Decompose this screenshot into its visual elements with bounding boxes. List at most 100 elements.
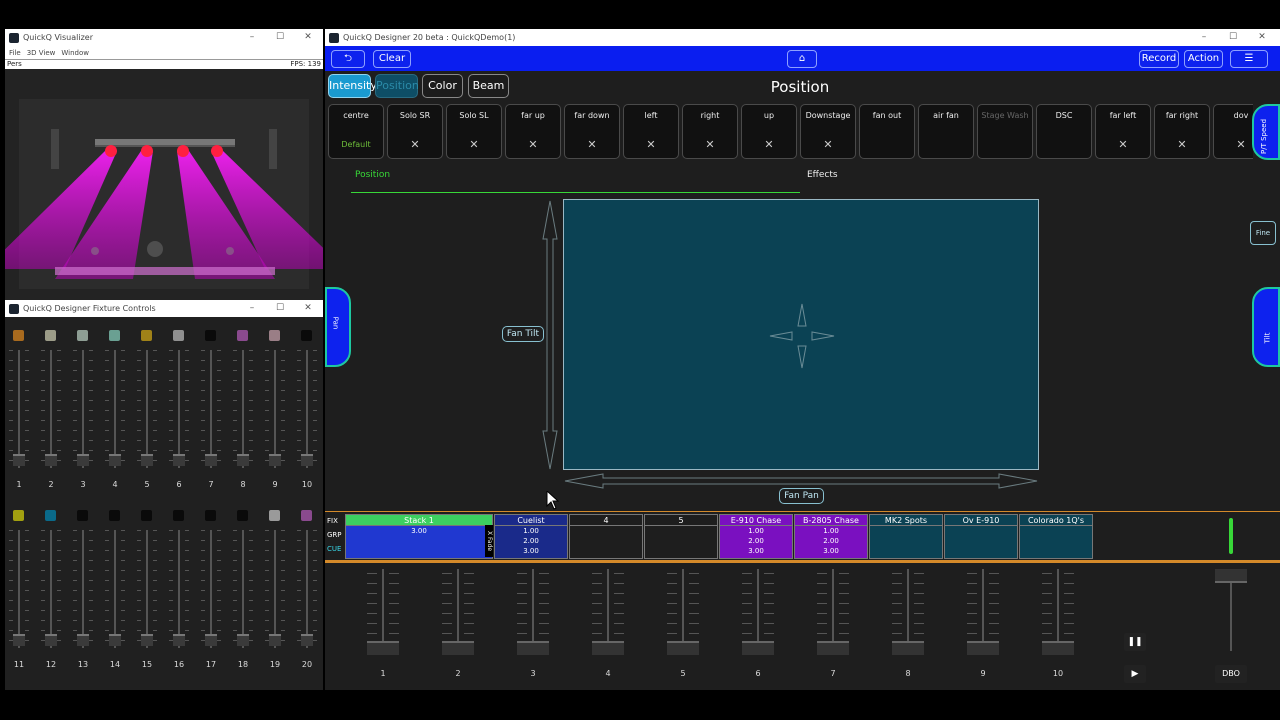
preset-button[interactable]: dov ✕: [1213, 104, 1253, 159]
preset-button[interactable]: far left ✕: [1095, 104, 1151, 159]
maximize-icon[interactable]: ☐: [265, 300, 295, 317]
preset-button[interactable]: far up ✕: [505, 104, 561, 159]
fixture-fader[interactable]: [265, 350, 285, 470]
pan-encoder[interactable]: Pan: [325, 287, 351, 367]
pause-button[interactable]: ❚❚: [1124, 633, 1146, 651]
cue-label: CUE: [327, 545, 342, 553]
preset-button[interactable]: far down ✕: [564, 104, 620, 159]
preset-button[interactable]: far right ✕: [1154, 104, 1210, 159]
preset-button[interactable]: air fan: [918, 104, 974, 159]
level-meter: [1229, 518, 1233, 554]
fixture-number: 1: [16, 480, 22, 489]
fan-pan-button[interactable]: Fan Pan: [779, 488, 824, 504]
fixture-fader[interactable]: [233, 530, 253, 650]
fixture-color-swatch: [109, 330, 120, 341]
fixture-fader[interactable]: [105, 350, 125, 470]
menu-file[interactable]: File: [9, 49, 21, 57]
fixture-fader[interactable]: [201, 350, 221, 470]
preset-button[interactable]: DSC: [1036, 104, 1092, 159]
close-icon: ✕: [705, 138, 715, 151]
cuelist-slot[interactable]: E-910 Chase 1.00 2.00 3.00: [719, 514, 793, 559]
3d-scene-view[interactable]: [5, 69, 323, 300]
cue-value: 3.00: [748, 547, 764, 555]
fixture-fader[interactable]: [9, 530, 29, 650]
fixture-fader[interactable]: [41, 350, 61, 470]
fixture-fader[interactable]: [297, 350, 317, 470]
fixture-fader[interactable]: [169, 530, 189, 650]
preset-label: air fan: [933, 111, 959, 120]
cuelist-slot[interactable]: Stack 1 3.00: [345, 514, 493, 559]
playback-fader[interactable]: [513, 569, 553, 659]
cuelist-slot[interactable]: 5: [644, 514, 718, 559]
fixture-fader[interactable]: [137, 350, 157, 470]
tab-position-sub[interactable]: Position: [355, 170, 390, 180]
fan-tilt-button[interactable]: Fan Tilt: [502, 326, 544, 342]
cuelist-slot[interactable]: 4: [569, 514, 643, 559]
playback-fader[interactable]: [813, 569, 853, 659]
grand-master-fader[interactable]: [1211, 569, 1251, 659]
fine-button[interactable]: Fine: [1250, 221, 1276, 245]
tilt-encoder[interactable]: Tilt: [1252, 287, 1280, 367]
play-button[interactable]: ▶: [1124, 665, 1146, 683]
fixture-color-swatch: [173, 330, 184, 341]
fixture-color-swatch: [269, 330, 280, 341]
fader-number: 5: [680, 669, 686, 678]
fixture-fader[interactable]: [297, 530, 317, 650]
playback-fader[interactable]: [1038, 569, 1078, 659]
fixture-fader[interactable]: [41, 530, 61, 650]
pt-speed-encoder[interactable]: P/T Speed: [1252, 104, 1280, 160]
fixture-fader[interactable]: [169, 350, 189, 470]
close-icon: ✕: [764, 138, 774, 151]
cuelist-slot[interactable]: B-2805 Chase 1.00 2.00 3.00: [794, 514, 868, 559]
tab-effects[interactable]: Effects: [807, 170, 838, 180]
fixture-fader[interactable]: [73, 530, 93, 650]
dbo-button[interactable]: DBO: [1215, 665, 1247, 683]
fixture-fader[interactable]: [265, 530, 285, 650]
cuelist-name: MK2 Spots: [870, 515, 942, 526]
preset-button[interactable]: Solo SR ✕: [387, 104, 443, 159]
playback-fader[interactable]: [738, 569, 778, 659]
cuelist-slot[interactable]: Ov E-910: [944, 514, 1018, 559]
minimize-icon[interactable]: –: [237, 29, 267, 46]
position-xy-pad[interactable]: [563, 199, 1039, 470]
maximize-icon[interactable]: ☐: [265, 29, 295, 46]
fixture-color-swatch: [77, 330, 88, 341]
fixture-fader[interactable]: [137, 530, 157, 650]
close-icon[interactable]: ✕: [293, 29, 323, 46]
playback-fader[interactable]: [363, 569, 403, 659]
preset-button[interactable]: Stage Wash: [977, 104, 1033, 159]
preset-button[interactable]: up ✕: [741, 104, 797, 159]
cuelist-name: 4: [570, 515, 642, 526]
menu-window[interactable]: Window: [61, 49, 89, 57]
playback-fader[interactable]: [438, 569, 478, 659]
cuelist-name: 5: [645, 515, 717, 526]
fixture-fader[interactable]: [73, 350, 93, 470]
fixture-controls-window: QuickQ Designer Fixture Controls – ☐ ✕ 1…: [5, 300, 323, 690]
cuelist-slot[interactable]: MK2 Spots: [869, 514, 943, 559]
fixture-fader[interactable]: [9, 350, 29, 470]
fixture-fader[interactable]: [105, 530, 125, 650]
fixture-fader[interactable]: [201, 530, 221, 650]
fader-number: 1: [380, 669, 386, 678]
playback-fader[interactable]: [963, 569, 1003, 659]
preset-button[interactable]: Downstage ✕: [800, 104, 856, 159]
preset-button[interactable]: right ✕: [682, 104, 738, 159]
close-icon: ✕: [1177, 138, 1187, 151]
fixture-color-swatch: [301, 510, 312, 521]
close-icon[interactable]: ✕: [293, 300, 323, 317]
playback-fader[interactable]: [588, 569, 628, 659]
preset-button[interactable]: Solo SL ✕: [446, 104, 502, 159]
visualizer-window: QuickQ Visualizer – ☐ ✕ File 3D View Win…: [5, 29, 323, 300]
visualizer-status: Pers FPS: 139: [5, 59, 323, 69]
fixture-number: 6: [176, 480, 182, 489]
cuelist-slot[interactable]: Cuelist 1.00 2.00 3.00: [494, 514, 568, 559]
fixture-fader[interactable]: [233, 350, 253, 470]
preset-button[interactable]: centre Default: [328, 104, 384, 159]
preset-button[interactable]: fan out: [859, 104, 915, 159]
cuelist-slot[interactable]: Colorado 1Q's: [1019, 514, 1093, 559]
menu-3d-view[interactable]: 3D View: [27, 49, 56, 57]
playback-fader[interactable]: [663, 569, 703, 659]
minimize-icon[interactable]: –: [237, 300, 267, 317]
preset-button[interactable]: left ✕: [623, 104, 679, 159]
playback-fader[interactable]: [888, 569, 928, 659]
